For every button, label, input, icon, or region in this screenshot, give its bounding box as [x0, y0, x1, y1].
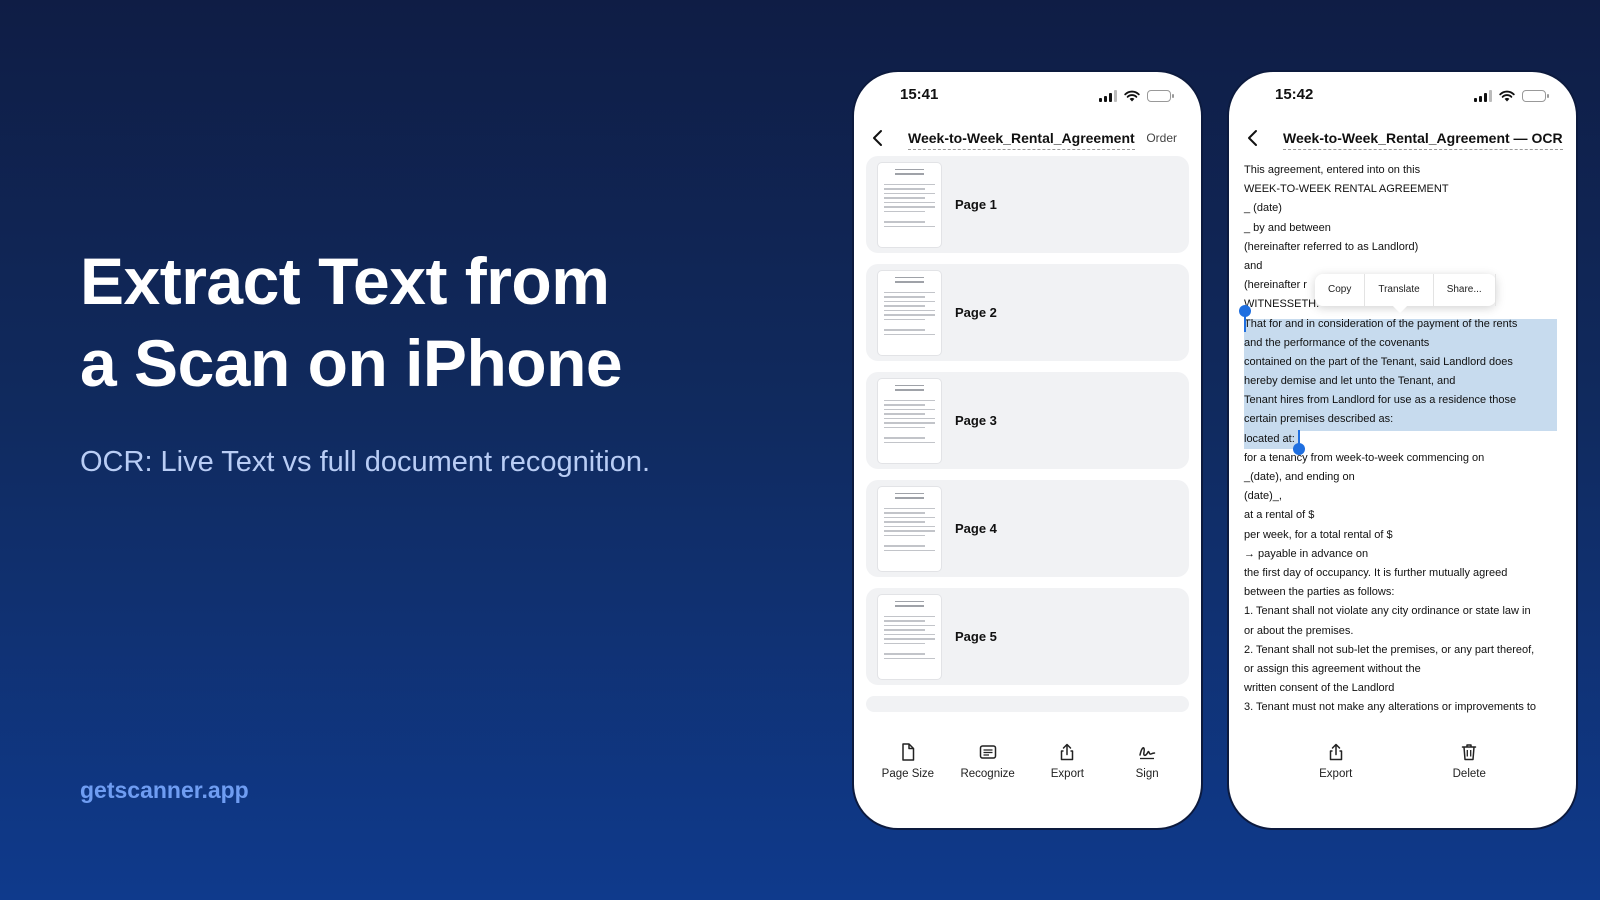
page-thumbnail	[878, 378, 941, 463]
site-link[interactable]: getscanner.app	[80, 777, 249, 804]
document-icon	[902, 743, 915, 761]
status-icons	[1474, 90, 1549, 102]
tool-label: Export	[1050, 768, 1084, 780]
ocr-line: for a tenancy from week-to-week commenci…	[1244, 451, 1485, 464]
ocr-line: WEEK-TO-WEEK RENTAL AGREEMENT	[1244, 183, 1449, 196]
page-card-1[interactable]: Page 1	[866, 156, 1189, 253]
trash-icon	[1462, 744, 1477, 761]
battery-icon	[1147, 90, 1174, 102]
selection-start-handle[interactable]	[1239, 305, 1251, 317]
status-bar: 15:41	[854, 84, 1201, 114]
page-label: Page 1	[955, 197, 997, 212]
ocr-line: → payable in advance on	[1244, 547, 1369, 560]
tool-label: Page Size	[881, 768, 935, 780]
page-card-5[interactable]: Page 5	[866, 588, 1189, 685]
ocr-text-body[interactable]: This agreement, entered into on this WEE…	[1244, 161, 1566, 717]
bottom-toolbar: Page Size Recognize Export Sign	[854, 742, 1201, 802]
cellular-signal-icon	[1474, 90, 1492, 102]
selection-context-menu: Copy Translate Share...	[1315, 274, 1496, 314]
ocr-line: written consent of the Landlord	[1244, 682, 1395, 695]
ocr-line: contained on the part of the Tenant, sai…	[1244, 355, 1513, 368]
ocr-line: located at:	[1244, 432, 1295, 445]
battery-icon	[1522, 90, 1549, 102]
document-title[interactable]: Week-to-Week_Rental_Agreement	[908, 130, 1135, 150]
ocr-line: _(date), and ending on	[1244, 471, 1355, 483]
export-button[interactable]: Export	[1301, 742, 1371, 802]
wifi-icon	[1124, 90, 1140, 102]
page-label: Page 2	[955, 305, 997, 320]
export-button[interactable]: Export	[1032, 742, 1102, 802]
ocr-line: 2. Tenant shall not sub-let the premises…	[1244, 643, 1535, 656]
ocr-line: per week, for a total rental of $	[1244, 528, 1393, 541]
ocr-line: the first day of occupancy. It is furthe…	[1244, 566, 1508, 579]
menu-share[interactable]: Share...	[1434, 274, 1496, 306]
page-size-button[interactable]: Page Size	[873, 742, 943, 802]
hero-title-line-1: Extract Text from	[80, 244, 610, 318]
delete-button[interactable]: Delete	[1434, 742, 1504, 802]
page-label: Page 5	[955, 629, 997, 644]
signature-icon	[1139, 747, 1156, 760]
share-icon	[1061, 743, 1074, 761]
ocr-line: or assign this agreement without the	[1244, 662, 1421, 675]
phone-ocr-view: 15:42 Week-to-Week_Rental_Agreement — OC…	[1227, 70, 1578, 830]
ocr-line: 1. Tenant shall not violate any city ord…	[1244, 605, 1531, 618]
ocr-line: 3. Tenant must not make any alterations …	[1244, 701, 1537, 714]
nav-bar: Week-to-Week_Rental_Agreement — OCR	[1229, 122, 1576, 158]
page-thumbnail	[878, 162, 941, 247]
hero-subtitle: OCR: Live Text vs full document recognit…	[80, 446, 651, 478]
page-card-4[interactable]: Page 4	[866, 480, 1189, 577]
menu-copy[interactable]: Copy	[1315, 274, 1366, 306]
phone-pages-view: 15:41 Week-to-Week_Rental_Agreement Orde…	[852, 70, 1203, 830]
ocr-line: _ by and between	[1244, 221, 1331, 234]
ocr-line: _ (date)	[1244, 202, 1282, 215]
page-thumbnail	[878, 486, 941, 571]
back-chevron-icon[interactable]	[866, 126, 890, 150]
recognize-button[interactable]: Recognize	[953, 742, 1023, 802]
ocr-line: and the performance of the covenants	[1244, 336, 1430, 349]
ocr-line: (date)_,	[1244, 490, 1282, 503]
selection-end-handle[interactable]	[1293, 443, 1305, 455]
ocr-line: between the parties as follows:	[1244, 586, 1395, 599]
hero-title: Extract Text from a Scan on iPhone	[80, 240, 780, 404]
back-chevron-icon[interactable]	[1241, 126, 1265, 150]
page-card-2[interactable]: Page 2	[866, 264, 1189, 361]
page-thumbnail	[878, 270, 941, 355]
status-icons	[1099, 90, 1174, 102]
page-thumbnail	[878, 594, 941, 679]
order-button[interactable]: Order	[1146, 131, 1177, 145]
nav-bar: Week-to-Week_Rental_Agreement Order	[854, 122, 1201, 158]
ocr-line: That for and in consideration of the pay…	[1244, 317, 1518, 330]
ocr-line: or about the premises.	[1244, 624, 1354, 637]
ocr-line: This agreement, entered into on this	[1244, 164, 1421, 176]
tool-label: Export	[1319, 768, 1353, 780]
page-list[interactable]: Page 1 Page 2 Page 3 Page 4 Page 5	[866, 156, 1189, 801]
status-time: 15:41	[900, 86, 939, 103]
ocr-line: at a rental of $	[1244, 509, 1315, 522]
share-icon	[1329, 743, 1342, 761]
status-bar: 15:42	[1229, 84, 1576, 114]
page-label: Page 3	[955, 413, 997, 428]
wifi-icon	[1499, 90, 1515, 102]
status-time: 15:42	[1275, 86, 1314, 103]
cellular-signal-icon	[1099, 90, 1117, 102]
page-label: Page 4	[955, 521, 997, 536]
ocr-line: certain premises described as:	[1244, 413, 1394, 426]
text-box-icon	[979, 745, 996, 759]
page-card-3[interactable]: Page 3	[866, 372, 1189, 469]
page-card-partial[interactable]	[866, 696, 1189, 712]
ocr-document-title[interactable]: Week-to-Week_Rental_Agreement — OCR	[1283, 130, 1563, 150]
ocr-line: Tenant hires from Landlord for use as a …	[1244, 394, 1517, 407]
ocr-line: (hereinafter referred to as Landlord)	[1244, 240, 1419, 253]
ocr-line: hereby demise and let unto the Tenant, a…	[1244, 375, 1456, 388]
hero-title-line-2: a Scan on iPhone	[80, 326, 623, 400]
bottom-toolbar: Export Delete	[1229, 742, 1576, 802]
sign-button[interactable]: Sign	[1112, 742, 1182, 802]
tool-label: Delete	[1452, 768, 1486, 780]
tool-label: Sign	[1135, 768, 1159, 780]
tool-label: Recognize	[960, 768, 1015, 780]
